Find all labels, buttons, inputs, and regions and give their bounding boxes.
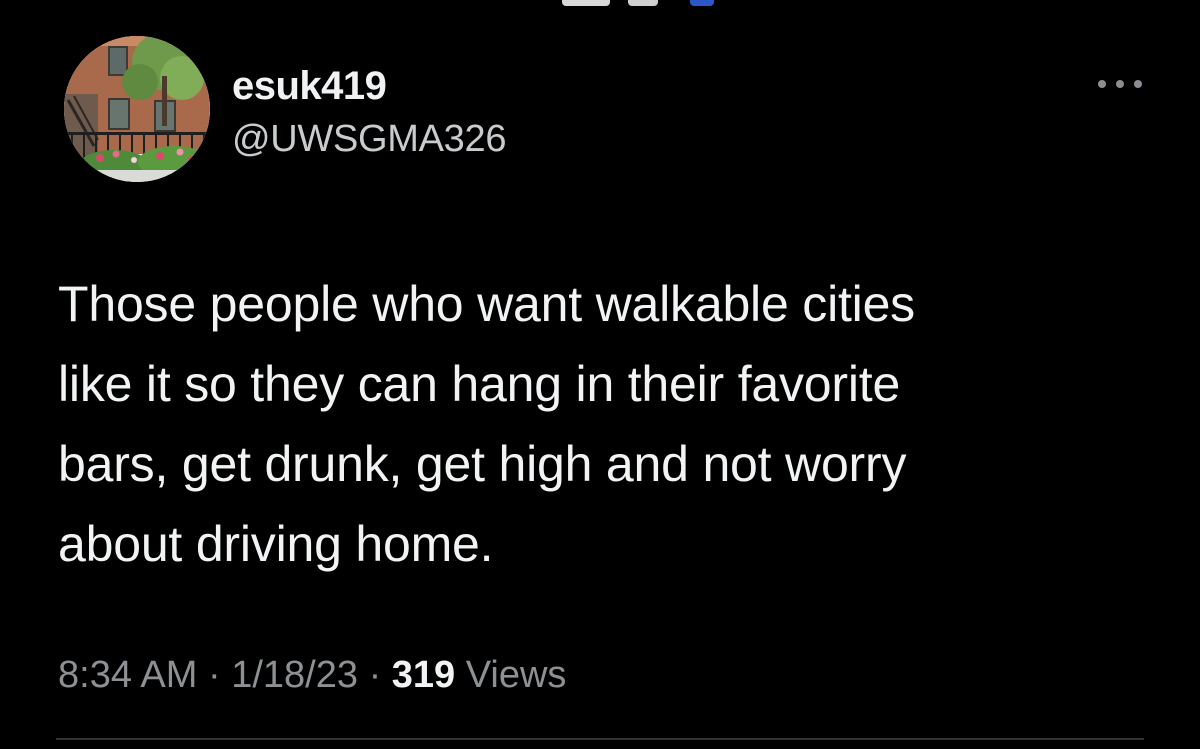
meta-separator: · xyxy=(207,654,221,696)
views-label: Views xyxy=(465,654,567,696)
more-horizontal-icon-dot xyxy=(1116,80,1124,88)
user-handle[interactable]: @UWSGMA326 xyxy=(232,114,507,164)
avatar[interactable] xyxy=(64,36,210,182)
tweet-metadata: 8:34 AM · 1/18/23 · 319 Views xyxy=(58,648,566,702)
tweet-date[interactable]: 1/18/23 xyxy=(231,654,358,696)
more-horizontal-icon xyxy=(1098,80,1106,88)
views-count: 319 xyxy=(391,654,456,696)
meta-separator: · xyxy=(368,654,382,696)
more-options-button[interactable] xyxy=(1094,70,1146,98)
tweet: esuk419 @UWSGMA326 Those people who want… xyxy=(0,0,1200,749)
tweet-time[interactable]: 8:34 AM xyxy=(58,654,197,696)
tweet-text: Those people who want walkable cities li… xyxy=(58,264,1158,584)
tweet-text-line: bars, get drunk, get high and not worry xyxy=(58,436,907,492)
tweet-text-line: about driving home. xyxy=(58,516,494,572)
display-name[interactable]: esuk419 xyxy=(232,60,387,112)
tweet-text-line: Those people who want walkable cities xyxy=(58,276,915,332)
divider xyxy=(56,738,1144,740)
tweet-text-line: like it so they can hang in their favori… xyxy=(58,356,901,412)
more-horizontal-icon-dot xyxy=(1134,80,1142,88)
profile-photo-image xyxy=(64,36,210,182)
